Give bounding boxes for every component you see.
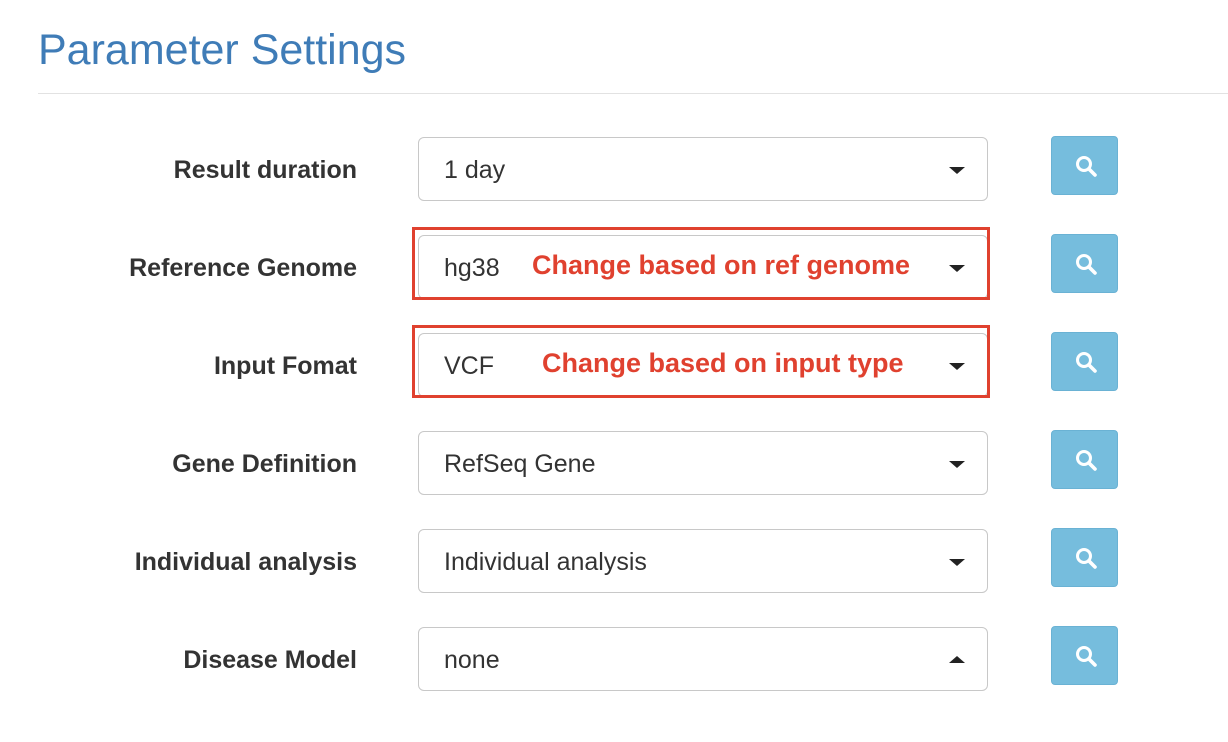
- disease-model-row: Disease Model none: [0, 626, 1228, 693]
- page-title: Parameter Settings: [38, 26, 407, 74]
- disease-model-search-button[interactable]: [1051, 626, 1118, 685]
- search-icon: [1076, 352, 1097, 373]
- chevron-down-icon: [949, 559, 965, 566]
- input-format-value: VCF: [444, 352, 494, 380]
- result-duration-search-button[interactable]: [1051, 136, 1118, 195]
- gene-definition-value: RefSeq Gene: [444, 450, 596, 478]
- reference-genome-search-button[interactable]: [1051, 234, 1118, 293]
- input-format-row: Input Fomat VCF Change based on input ty…: [0, 325, 1228, 399]
- gene-definition-select[interactable]: RefSeq Gene: [418, 431, 988, 495]
- disease-model-label: Disease Model: [183, 646, 357, 674]
- result-duration-select[interactable]: 1 day: [418, 137, 988, 201]
- gene-definition-row: Gene Definition RefSeq Gene: [0, 430, 1228, 497]
- input-format-search-button[interactable]: [1051, 332, 1118, 391]
- chevron-down-icon: [949, 265, 965, 272]
- result-duration-label: Result duration: [173, 156, 357, 184]
- input-format-annotation-text: Change based on input type: [542, 348, 904, 378]
- individual-analysis-search-button[interactable]: [1051, 528, 1118, 587]
- input-format-label: Input Fomat: [213, 352, 357, 380]
- disease-model-value: none: [444, 646, 500, 674]
- reference-genome-annotation-text: Change based on ref genome: [532, 250, 911, 280]
- chevron-down-icon: [949, 167, 965, 174]
- reference-genome-label: Reference Genome: [129, 254, 357, 282]
- reference-genome-value: hg38: [444, 254, 500, 282]
- result-duration-row: Result duration 1 day: [0, 136, 1228, 203]
- disease-model-select[interactable]: none: [418, 627, 988, 691]
- search-icon: [1076, 646, 1097, 667]
- chevron-up-icon: [949, 656, 965, 663]
- search-icon: [1076, 156, 1097, 177]
- reference-genome-row: Reference Genome hg38 Change based on re…: [0, 227, 1228, 301]
- gene-definition-label: Gene Definition: [172, 450, 357, 478]
- title-divider: [38, 93, 1228, 94]
- individual-analysis-row: Individual analysis Individual analysis: [0, 528, 1228, 595]
- search-icon: [1076, 548, 1097, 569]
- gene-definition-search-button[interactable]: [1051, 430, 1118, 489]
- result-duration-value: 1 day: [444, 156, 506, 184]
- chevron-down-icon: [949, 363, 965, 370]
- search-icon: [1076, 254, 1097, 275]
- individual-analysis-label: Individual analysis: [134, 548, 357, 576]
- parameter-settings-page: Parameter Settings Result duration 1 day…: [0, 0, 1228, 742]
- individual-analysis-value: Individual analysis: [444, 548, 647, 576]
- individual-analysis-select[interactable]: Individual analysis: [418, 529, 988, 593]
- search-icon: [1076, 450, 1097, 471]
- chevron-down-icon: [949, 461, 965, 468]
